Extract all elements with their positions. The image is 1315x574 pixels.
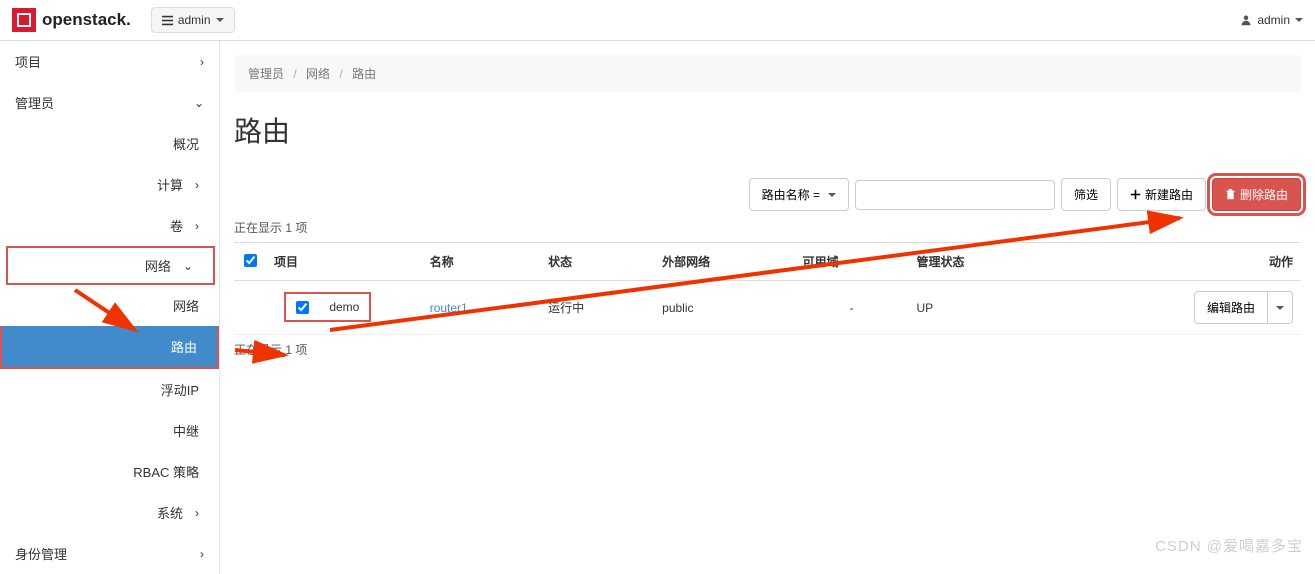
sidebar-item-network[interactable]: 网络 ⌄ <box>6 246 215 285</box>
cell-admin-state: UP <box>909 281 1049 335</box>
sidebar-label: 中继 <box>173 421 199 440</box>
sidebar-label: 计算 <box>90 175 183 194</box>
user-menu[interactable]: admin <box>1240 13 1303 27</box>
row-actions: 编辑路由 <box>1194 291 1293 324</box>
col-az[interactable]: 可用域 <box>794 243 908 281</box>
breadcrumb-sep: / <box>293 67 296 81</box>
col-name[interactable]: 名称 <box>422 243 540 281</box>
breadcrumb: 管理员 / 网络 / 路由 <box>234 55 1301 92</box>
sidebar-item-relay[interactable]: 中继 <box>0 410 219 451</box>
cell-project: demo <box>329 300 359 314</box>
domain-selector[interactable]: admin <box>151 7 235 33</box>
header-checkbox-cell <box>234 243 266 281</box>
page-title: 路由 <box>234 110 1301 150</box>
sidebar-item-admin[interactable]: 管理员 ⌄ <box>0 82 219 123</box>
sidebar-label: 项目 <box>15 52 41 71</box>
search-input[interactable] <box>855 180 1055 210</box>
chevron-down-icon: ⌄ <box>194 96 204 110</box>
sidebar-item-overview[interactable]: 概况 <box>0 123 219 164</box>
sidebar-item-project[interactable]: 项目 › <box>0 41 219 82</box>
chevron-right-icon: › <box>195 219 199 233</box>
chevron-right-icon: › <box>195 178 199 192</box>
sidebar-label: 网络 <box>98 256 171 275</box>
breadcrumb-item[interactable]: 管理员 <box>248 67 284 81</box>
col-ext-net[interactable]: 外部网络 <box>654 243 794 281</box>
user-icon <box>1240 14 1252 26</box>
sidebar-label: 概况 <box>173 134 199 153</box>
create-label: 新建路由 <box>1145 186 1193 203</box>
row-actions-dropdown[interactable] <box>1268 291 1293 324</box>
cell-ext-net: public <box>654 281 794 335</box>
sidebar-item-identity[interactable]: 身份管理 › <box>0 533 219 574</box>
col-admin-state[interactable]: 管理状态 <box>909 243 1049 281</box>
sidebar-label: 身份管理 <box>15 544 67 563</box>
delete-label: 删除路由 <box>1240 186 1288 203</box>
table-row: demo router1 运行中 public - UP 编辑路由 <box>234 281 1301 335</box>
sidebar: 项目 › 管理员 ⌄ 概况 计算 › 卷 › 网络 ⌄ 网络 路由 浮动IP <box>0 41 220 574</box>
filter-button[interactable]: 筛选 <box>1061 178 1111 211</box>
delete-router-button[interactable]: 删除路由 <box>1212 178 1301 211</box>
sidebar-item-rbac[interactable]: RBAC 策略 <box>0 451 219 492</box>
plus-icon <box>1130 189 1141 200</box>
col-actions: 动作 <box>1049 243 1301 281</box>
cell-status: 运行中 <box>540 281 654 335</box>
sidebar-label: 路由 <box>171 337 197 356</box>
routers-table: 项目 名称 状态 外部网络 可用域 管理状态 动作 demo <box>234 242 1301 335</box>
sidebar-item-system[interactable]: 系统 › <box>0 492 219 533</box>
col-project[interactable]: 项目 <box>266 243 422 281</box>
filter-type-dropdown[interactable]: 路由名称 = <box>749 178 849 211</box>
create-router-button[interactable]: 新建路由 <box>1117 178 1206 211</box>
sidebar-label: RBAC 策略 <box>133 462 199 481</box>
sidebar-label: 卷 <box>90 216 183 235</box>
sidebar-item-volume[interactable]: 卷 › <box>0 205 219 246</box>
bars-icon <box>162 15 173 26</box>
user-label: admin <box>1257 13 1290 27</box>
sidebar-label: 网络 <box>173 296 199 315</box>
sidebar-item-floating-ip[interactable]: 浮动IP <box>0 369 219 410</box>
openstack-logo-icon <box>12 8 36 32</box>
chevron-right-icon: › <box>200 55 204 69</box>
sidebar-label: 管理员 <box>15 93 54 112</box>
count-bottom: 正在显示 1 项 <box>234 341 1301 358</box>
breadcrumb-item: 路由 <box>352 67 376 81</box>
brand-text: openstack. <box>42 10 131 30</box>
sidebar-item-network-sub[interactable]: 网络 <box>0 285 219 326</box>
sidebar-item-router[interactable]: 路由 <box>0 326 219 369</box>
breadcrumb-sep: / <box>339 67 342 81</box>
caret-down-icon <box>216 18 224 22</box>
trash-icon <box>1225 189 1236 200</box>
cell-az: - <box>794 281 908 335</box>
edit-router-button[interactable]: 编辑路由 <box>1194 291 1268 324</box>
caret-down-icon <box>1276 306 1284 310</box>
sidebar-label: 系统 <box>90 503 183 522</box>
table-header-row: 项目 名称 状态 外部网络 可用域 管理状态 动作 <box>234 243 1301 281</box>
topbar: openstack. admin admin <box>0 0 1315 41</box>
caret-down-icon <box>1295 18 1303 22</box>
sidebar-label: 浮动IP <box>161 380 199 399</box>
count-top: 正在显示 1 项 <box>234 219 1301 236</box>
breadcrumb-item[interactable]: 网络 <box>306 67 330 81</box>
col-status[interactable]: 状态 <box>540 243 654 281</box>
row-checkbox[interactable] <box>296 301 309 314</box>
chevron-down-icon: ⌄ <box>183 259 193 273</box>
watermark: CSDN @爱喝嘉多宝 <box>1155 535 1303 556</box>
project-highlight-box: demo <box>284 292 371 322</box>
chevron-right-icon: › <box>195 506 199 520</box>
router-name-link[interactable]: router1 <box>430 301 468 315</box>
main-content: 管理员 / 网络 / 路由 路由 路由名称 = 筛选 新建路由 删除路由 正在显… <box>220 41 1315 574</box>
domain-label: admin <box>178 13 211 27</box>
sidebar-item-compute[interactable]: 计算 › <box>0 164 219 205</box>
toolbar: 路由名称 = 筛选 新建路由 删除路由 <box>234 178 1301 211</box>
chevron-right-icon: › <box>200 547 204 561</box>
select-all-checkbox[interactable] <box>244 254 257 267</box>
